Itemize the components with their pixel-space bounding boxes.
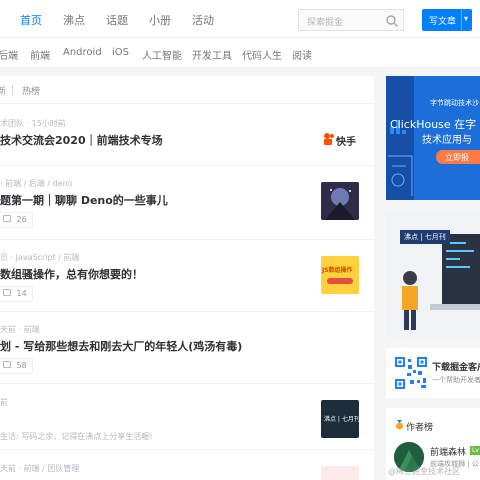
watermark: @稀土掘金技术社区	[388, 467, 460, 476]
entry-meta: 员 · JavaScript / 前端	[0, 253, 80, 262]
list-item[interactable]: 术团队 · 15小时前 技术交流会2020｜前端技术专场 快手	[0, 104, 374, 166]
tab-new[interactable]: 新	[0, 84, 6, 97]
category-ai[interactable]: 人工智能	[142, 47, 182, 62]
tab-hot[interactable]: 热榜	[22, 84, 40, 97]
comment-icon	[3, 361, 11, 368]
author-ranking-title: 作者榜	[406, 423, 434, 433]
write-article-button[interactable]: 写文章 ▾	[422, 9, 472, 31]
like-count-value: 14	[16, 289, 27, 298]
category-ios[interactable]: iOS	[112, 47, 129, 58]
banner-line2: 技术应用与	[422, 135, 472, 146]
top-navbar: 首页 沸点 话题 小册 活动 探索掘金 写文章 ▾	[0, 0, 480, 38]
entry-title[interactable]: 划 - 写给那些想去和刚去大厂的年轻人(鸡汤有毒)	[0, 338, 242, 354]
comment-count[interactable]: 58	[0, 358, 33, 374]
thumb-text: JS数组操作	[322, 267, 353, 274]
entry-thumbnail	[321, 182, 359, 220]
banner-cta-button[interactable]: 立即报	[436, 150, 480, 164]
nav-home[interactable]: 首页	[20, 12, 42, 28]
thumb-text: 快手	[336, 137, 356, 148]
article-feed: 新 热榜 术团队 · 15小时前 技术交流会2020｜前端技术专场 快手 · 前…	[0, 76, 374, 480]
like-count[interactable]: 14	[0, 286, 33, 302]
author-ranking: 作者榜 前端森林 Lv 前端攻城狮 | 公 @稀土掘金技术社区	[386, 408, 480, 480]
category-nav: 后端 前端 Android iOS 人工智能 开发工具 代码人生 阅读	[0, 38, 480, 68]
comment-icon	[3, 215, 11, 222]
entry-meta: 天前 · 前端 / 团队管理	[0, 464, 80, 473]
comment-count-value: 58	[16, 361, 27, 370]
entry-title[interactable]: 题第一期｜聊聊 Deno的一些事儿	[0, 192, 168, 208]
list-item[interactable]: 前 生活: 写码之余，记得在沸点上分享生活喔! 沸点 | 七月刊	[0, 384, 374, 450]
app-card-subtitle: 一个帮助开发者	[432, 376, 480, 384]
kuaishou-logo: 快手	[323, 131, 363, 149]
thumb-ribbon	[327, 278, 353, 284]
comment-count[interactable]: 26	[0, 212, 33, 228]
entry-thumbnail: JS数组操作	[321, 256, 359, 294]
list-item[interactable]: · 前端 / 后端 / deno 题第一期｜聊聊 Deno的一些事儿 26	[0, 166, 374, 240]
entry-title[interactable]: 技术交流会2020｜前端技术专场	[0, 132, 163, 148]
list-item[interactable]: 员 · JavaScript / 前端 数组骚操作，总有你想要的！ 14 JS数…	[0, 240, 374, 312]
search-icon[interactable]	[385, 14, 399, 28]
nav-books[interactable]: 小册	[149, 12, 171, 28]
category-reading[interactable]: 阅读	[292, 47, 312, 62]
entry-meta: 术团队 · 15小时前	[0, 119, 66, 128]
app-download-card[interactable]: 下载掘金客户 一个帮助开发者	[386, 348, 480, 398]
chevron-down-icon[interactable]: ▾	[464, 14, 468, 23]
deno-image-icon	[321, 182, 359, 220]
medal-icon	[396, 420, 403, 430]
nav-pins[interactable]: 沸点	[63, 12, 85, 28]
entry-meta: 前	[0, 398, 8, 407]
list-item[interactable]: 天前 · 前端 / 团队管理	[0, 450, 374, 480]
banner-line1: ClickHouse 在字	[390, 118, 477, 131]
category-android[interactable]: Android	[63, 47, 102, 58]
list-item[interactable]: 天前 · 前端 划 - 写给那些想去和刚去大厂的年轻人(鸡汤有毒) 58	[0, 312, 374, 384]
button-divider	[461, 9, 462, 31]
entry-title[interactable]: 数组骚操作，总有你想要的！	[0, 266, 143, 282]
app-card-title: 下载掘金客户	[432, 363, 480, 373]
author-name[interactable]: 前端森林	[430, 445, 466, 458]
like-icon	[3, 289, 11, 296]
nav-topics[interactable]: 话题	[106, 12, 128, 28]
qr-code-icon	[394, 356, 428, 390]
pins-monthly-banner[interactable]: 沸点 | 七月刊	[386, 212, 480, 338]
thumb-text: 沸点 | 七月刊	[324, 416, 359, 423]
clickhouse-banner[interactable]: 字节跳动技术沙 ClickHouse 在字 技术应用与 立即报	[386, 76, 480, 200]
comment-count-value: 26	[16, 215, 27, 224]
entry-excerpt[interactable]: 生活: 写码之余，记得在沸点上分享生活喔!	[0, 431, 152, 442]
search-placeholder: 探索掘金	[307, 18, 344, 28]
category-devtools[interactable]: 开发工具	[192, 47, 232, 62]
banner-top-text: 字节跳动技术沙	[430, 99, 479, 107]
entry-thumbnail	[321, 466, 359, 480]
kuaishou-icon	[324, 133, 334, 145]
search-input[interactable]: 探索掘金	[298, 9, 404, 31]
category-backend[interactable]: 后端	[0, 47, 18, 62]
entry-meta: · 前端 / 后端 / deno	[0, 179, 73, 188]
category-frontend[interactable]: 前端	[30, 47, 50, 62]
nav-events[interactable]: 活动	[192, 12, 214, 28]
banner-tag: 沸点 | 七月刊	[400, 230, 450, 244]
entry-thumbnail: 沸点 | 七月刊	[321, 400, 359, 438]
level-badge: Lv	[470, 446, 480, 455]
write-article-label: 写文章	[429, 17, 457, 27]
tab-divider	[12, 85, 13, 95]
category-code-life[interactable]: 代码人生	[242, 47, 282, 62]
entry-meta: 天前 · 前端	[0, 325, 40, 334]
feed-tabs: 新 热榜	[0, 76, 374, 104]
